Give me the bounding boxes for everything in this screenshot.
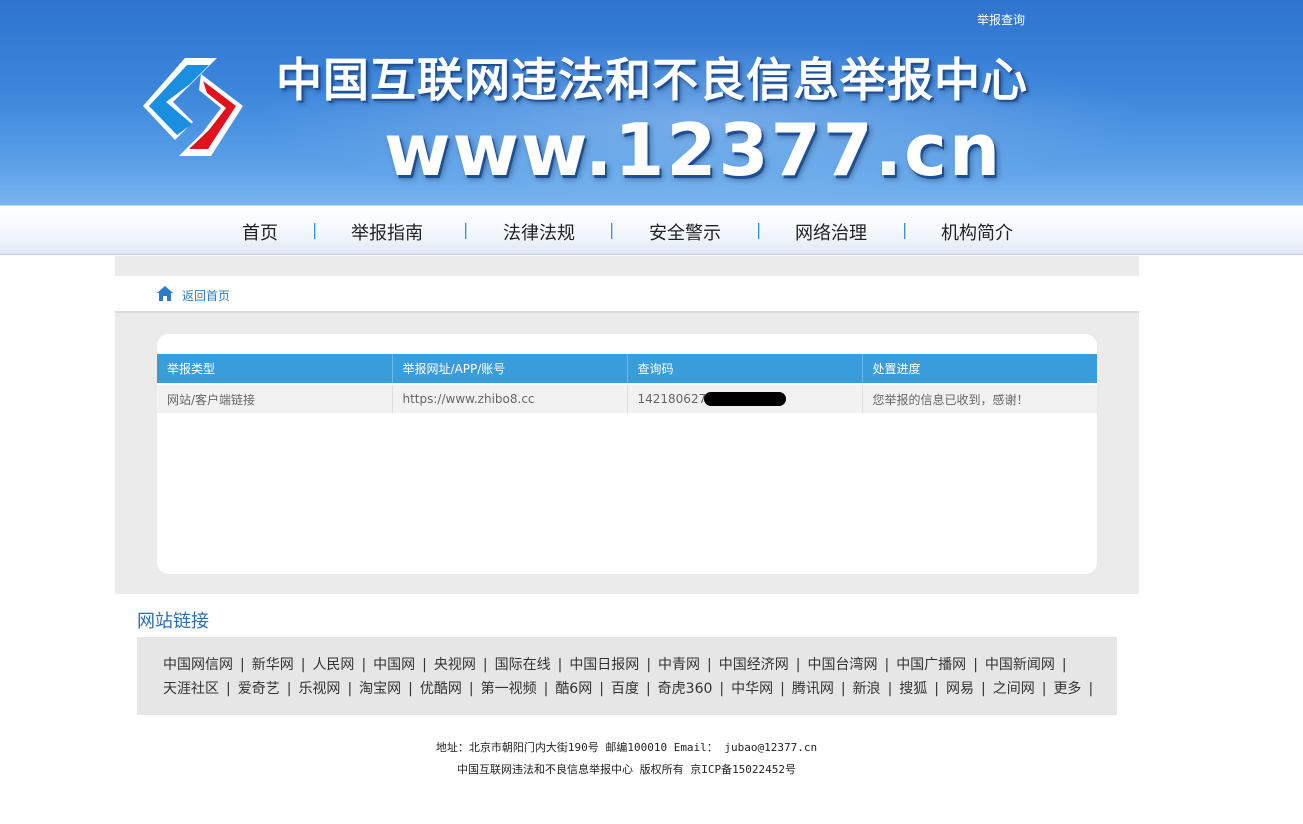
- main-panel: 返回首页 举报类型 举报网址/APP/账号 查询码 处置进度 网站/客户端链接 …: [115, 256, 1139, 594]
- links-row-2: 天涯社区 | 爱奇艺 | 乐视网 | 淘宝网 | 优酷网 | 第一视频 | 酷6网 | 百度 | 奇虎360 | 中…: [163, 677, 1117, 701]
- site-link[interactable]: 新华网: [252, 657, 294, 673]
- nav-network-governance[interactable]: 网络治理: [795, 219, 867, 245]
- nav-security-alerts[interactable]: 安全警示: [649, 219, 721, 245]
- link-separator: |: [347, 681, 353, 697]
- link-separator: |: [887, 681, 893, 697]
- site-link[interactable]: 中国日报网: [569, 657, 639, 673]
- links-row-1: 中国网信网 | 新华网 | 人民网 | 中国网 | 央视网 | 国际在线 | 中国日报网 | 中青网 | 中国经…: [163, 653, 1117, 677]
- nav-laws[interactable]: 法律法规: [503, 219, 575, 245]
- link-separator: |: [482, 657, 488, 673]
- link-separator: |: [557, 657, 563, 673]
- results-card: 举报类型 举报网址/APP/账号 查询码 处置进度 网站/客户端链接 https…: [157, 334, 1097, 574]
- site-link[interactable]: 中国台湾网: [807, 657, 877, 673]
- breadcrumb: 返回首页: [115, 276, 1139, 313]
- site-link[interactable]: 中国网信网: [163, 657, 233, 673]
- link-separator: |: [361, 657, 367, 673]
- link-separator: |: [1061, 657, 1067, 673]
- site-link[interactable]: 乐视网: [298, 681, 340, 697]
- link-separator: |: [468, 681, 474, 697]
- site-link[interactable]: 百度: [611, 681, 639, 697]
- link-separator: |: [240, 657, 245, 673]
- site-link[interactable]: 更多: [1053, 681, 1081, 697]
- footer-copyright: 中国互联网违法和不良信息举报中心 版权所有 京ICP备15022452号: [456, 763, 797, 776]
- header-progress: 处置进度: [862, 354, 1097, 384]
- nav-separator: |: [756, 220, 762, 239]
- query-code-text: 142180627: [637, 392, 707, 406]
- link-separator: |: [543, 681, 549, 697]
- link-separator: |: [422, 657, 427, 673]
- cell-report-url: https://www.zhibo8.cc: [392, 383, 628, 413]
- links-box: 中国网信网 | 新华网 | 人民网 | 中国网 | 央视网 | 国际在线 | 中国日报网 | 中青网 | 中国经…: [137, 637, 1117, 715]
- site-link[interactable]: 人民网: [312, 657, 354, 673]
- back-home-link[interactable]: 返回首页: [182, 287, 230, 304]
- nav-separator: |: [463, 220, 469, 239]
- link-separator: |: [840, 681, 846, 697]
- link-separator: |: [646, 657, 652, 673]
- link-separator: |: [300, 657, 306, 673]
- link-separator: |: [226, 681, 231, 697]
- site-link[interactable]: 天涯社区: [163, 681, 219, 697]
- link-separator: |: [719, 681, 725, 697]
- nav-separator: |: [902, 220, 908, 239]
- site-link[interactable]: 腾讯网: [792, 681, 834, 697]
- site-link[interactable]: 新浪: [853, 681, 881, 697]
- site-logo-icon: [143, 58, 243, 156]
- cell-report-type: 网站/客户端链接: [157, 383, 393, 413]
- link-separator: |: [1041, 681, 1047, 697]
- header-banner: 举报查询 中国互联网违法和不良信息举报中心 www.12377.cn: [0, 0, 1303, 205]
- footer-address: 地址：北京市朝阳门内大街190号 邮编100010 Email： jubao@1…: [435, 741, 818, 754]
- nav-separator: |: [609, 220, 615, 239]
- site-link[interactable]: 中国新闻网: [985, 657, 1055, 673]
- header-report-type: 举报类型: [157, 354, 393, 384]
- table-header-row: 举报类型 举报网址/APP/账号 查询码 处置进度: [157, 354, 1097, 384]
- link-separator: |: [973, 657, 978, 673]
- nav-separator: |: [312, 220, 318, 239]
- site-link[interactable]: 中华网: [731, 681, 773, 697]
- site-link[interactable]: 酷6网: [555, 681, 592, 697]
- site-link[interactable]: 中国经济网: [719, 657, 789, 673]
- redaction-mark: [704, 392, 787, 406]
- site-link[interactable]: 央视网: [434, 657, 476, 673]
- results-table: 举报类型 举报网址/APP/账号 查询码 处置进度 网站/客户端链接 https…: [157, 354, 1097, 413]
- site-link[interactable]: 爱奇艺: [238, 681, 280, 697]
- nav-report-guide[interactable]: 举报指南: [351, 219, 423, 245]
- links-title: 网站链接: [137, 611, 209, 632]
- nav-about[interactable]: 机构简介: [941, 219, 1013, 245]
- site-url: www.12377.cn: [384, 108, 1003, 192]
- link-separator: |: [408, 681, 413, 697]
- site-link[interactable]: 奇虎360: [658, 681, 713, 697]
- site-link[interactable]: 优酷网: [420, 681, 462, 697]
- cell-query-code: 142180627: [627, 383, 863, 413]
- cell-progress: 您举报的信息已收到，感谢！: [862, 383, 1097, 413]
- site-link[interactable]: 搜狐: [899, 681, 927, 697]
- site-link[interactable]: 国际在线: [495, 657, 551, 673]
- footer: 地址：北京市朝阳门内大街190号 邮编100010 Email： jubao@1…: [0, 737, 1253, 781]
- link-separator: |: [795, 657, 801, 673]
- link-separator: |: [934, 681, 939, 697]
- site-link[interactable]: 淘宝网: [359, 681, 401, 697]
- header-query-code: 查询码: [627, 354, 863, 384]
- report-query-link[interactable]: 举报查询: [977, 11, 1025, 28]
- site-link[interactable]: 中国网: [373, 657, 415, 673]
- link-separator: |: [884, 657, 890, 673]
- site-link[interactable]: 中青网: [658, 657, 700, 673]
- site-link[interactable]: 之间网: [993, 681, 1035, 697]
- nav-home[interactable]: 首页: [242, 219, 278, 245]
- main-nav: 首页 | 举报指南 | 法律法规 | 安全警示 | 网络治理 | 机构简介: [0, 205, 1303, 255]
- link-separator: |: [286, 681, 292, 697]
- link-separator: |: [1088, 681, 1094, 697]
- link-separator: |: [645, 681, 651, 697]
- table-row: 网站/客户端链接 https://www.zhibo8.cc 142180627…: [157, 383, 1097, 413]
- site-link[interactable]: 网易: [946, 681, 974, 697]
- site-title: 中国互联网违法和不良信息举报中心: [276, 53, 1028, 107]
- home-icon[interactable]: [157, 286, 173, 301]
- header-report-url: 举报网址/APP/账号: [392, 354, 628, 384]
- link-separator: |: [780, 681, 785, 697]
- site-link[interactable]: 第一视频: [481, 681, 537, 697]
- link-separator: |: [599, 681, 604, 697]
- link-separator: |: [707, 657, 712, 673]
- site-link[interactable]: 中国广播网: [896, 657, 966, 673]
- link-separator: |: [981, 681, 986, 697]
